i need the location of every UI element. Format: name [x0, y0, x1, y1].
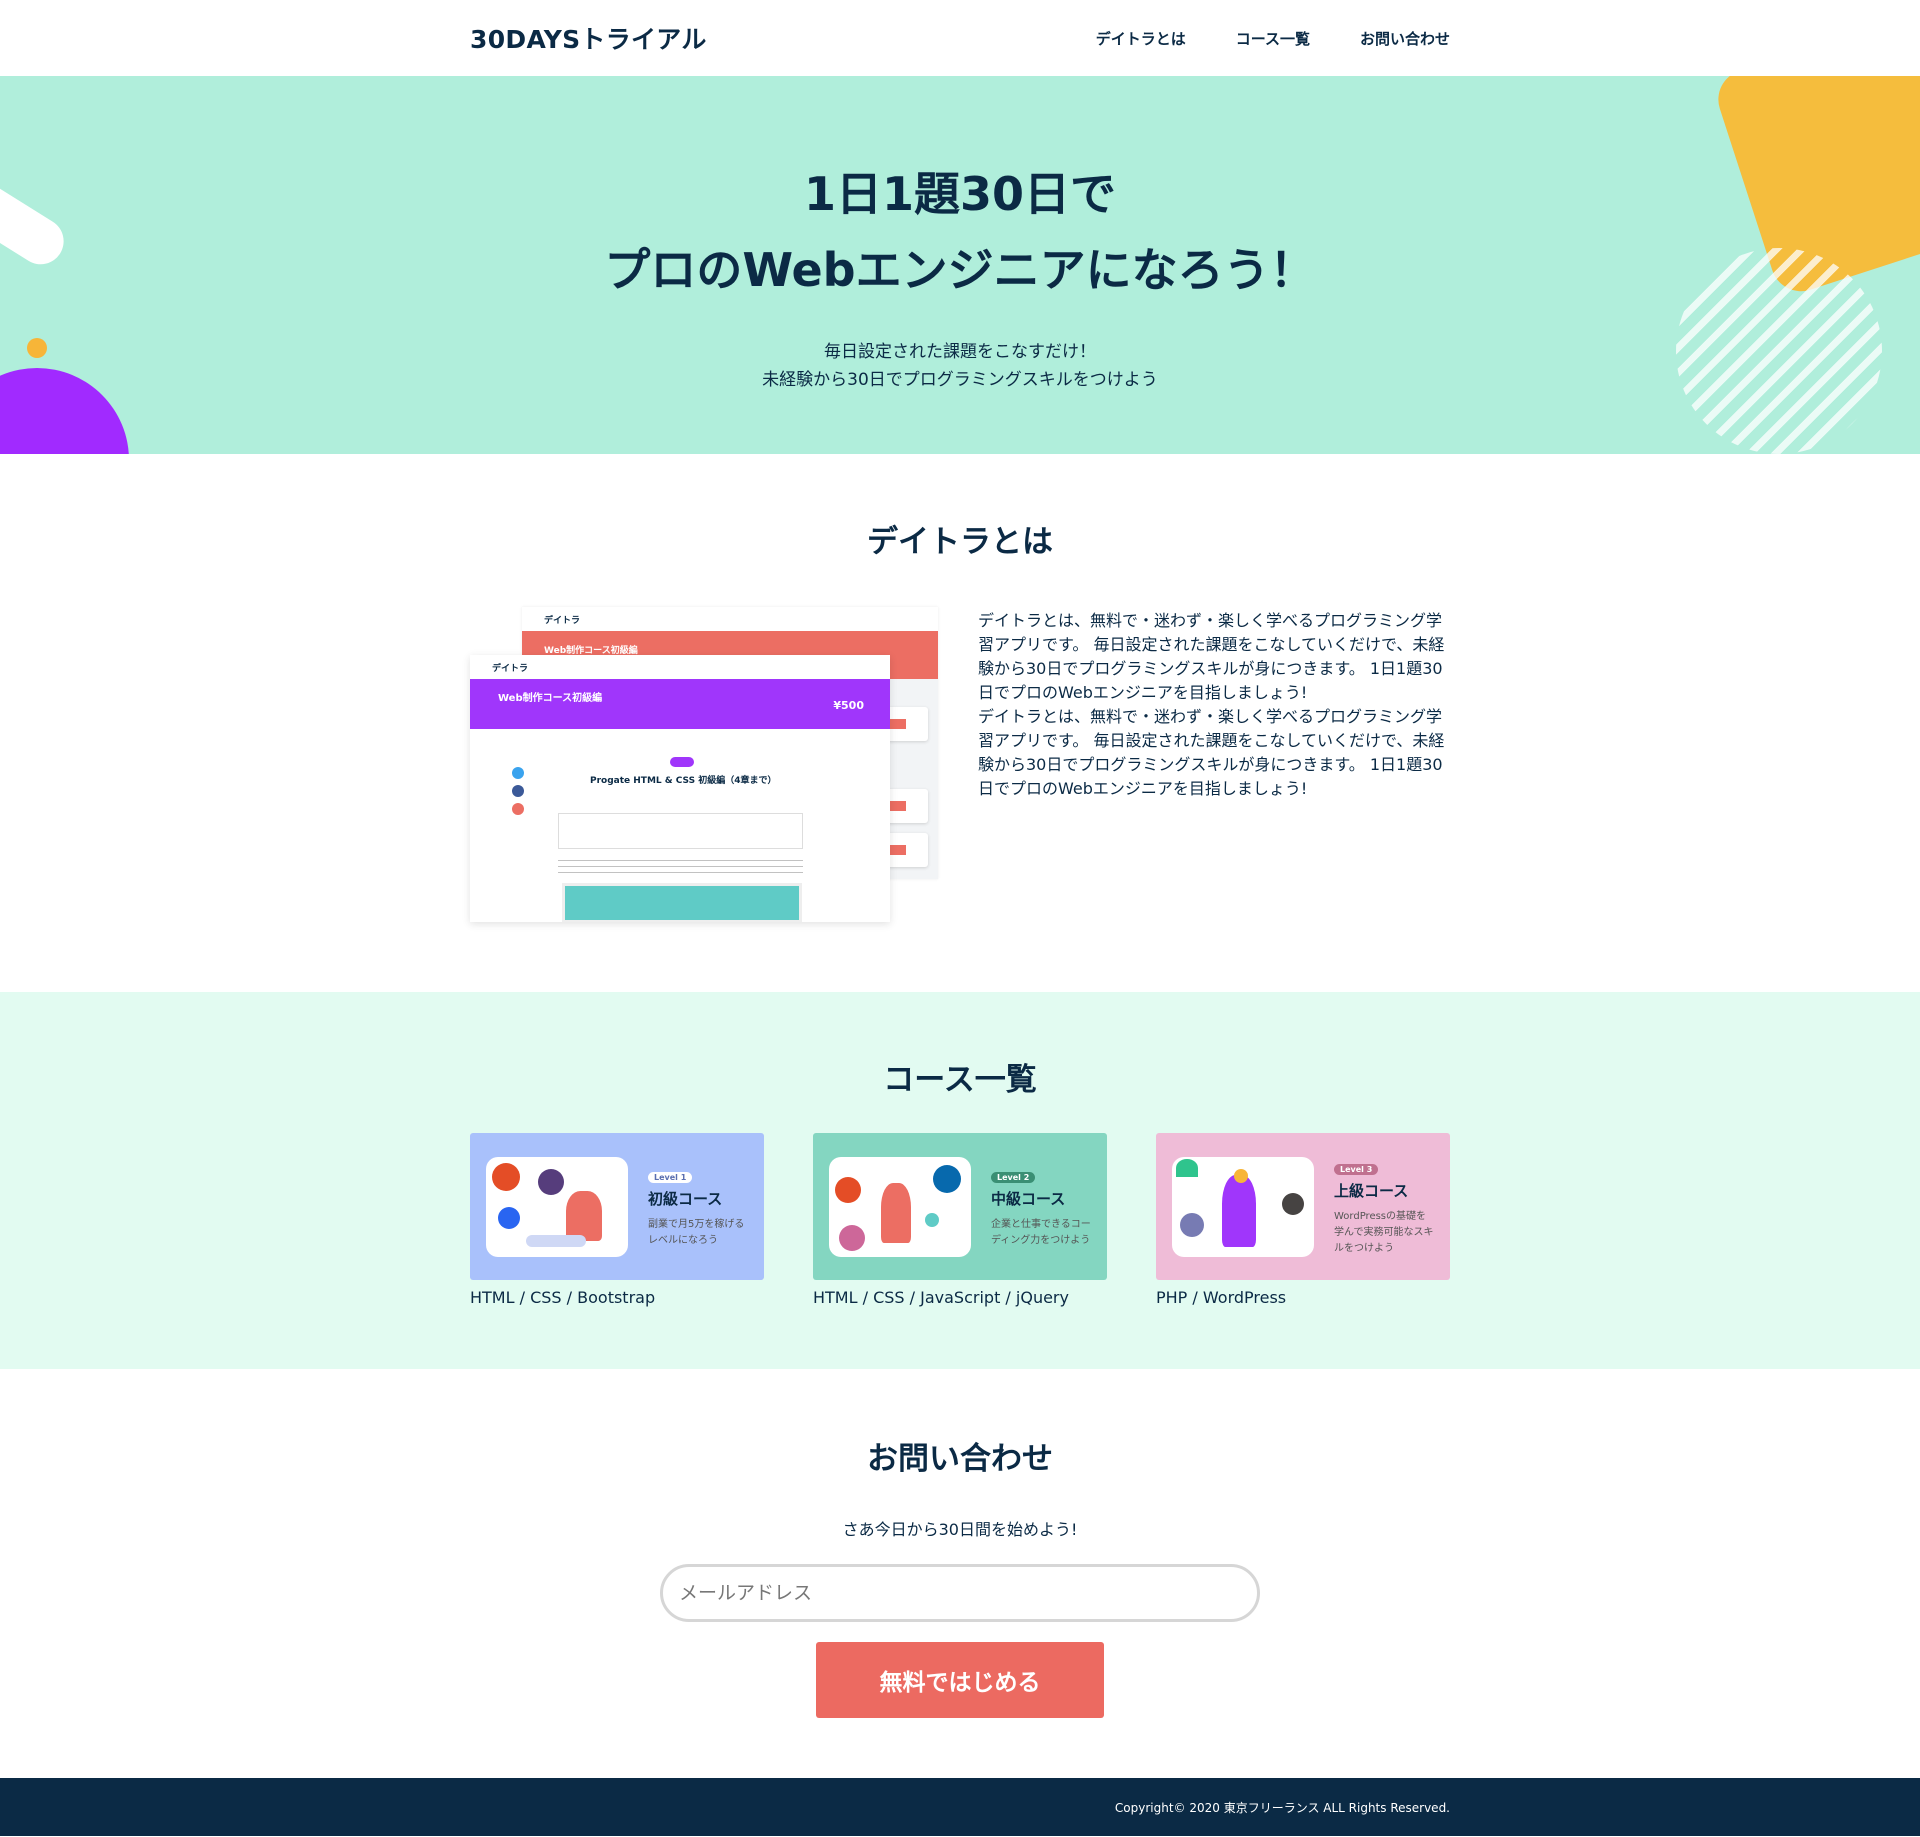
course-card[interactable]: Level 1 初級コース 副業で月5万を稼げるレベルになろう — [470, 1133, 764, 1280]
contact-title: お問い合わせ — [867, 1441, 1053, 1477]
about-section: デイトラとは デイトラ Web制作コース初級編 デイトラ Web制作コース初級編 — [0, 454, 1920, 992]
course-description: WordPressの基礎を学んで実務可能なスキルをつけよう — [1334, 1210, 1434, 1254]
nav-link-about[interactable]: デイトラとは — [1096, 28, 1186, 49]
course-name: 初級コース — [648, 1189, 723, 1208]
about-description: デイトラとは、無料で・迷わず・楽しく学べるプログラミング学習アプリです。 毎日設… — [978, 607, 1450, 922]
course-card[interactable]: Level 3 上級コース WordPressの基礎を学んで実務可能なスキルをつ… — [1156, 1133, 1450, 1280]
nav-link-contact[interactable]: お問い合わせ — [1360, 28, 1450, 49]
about-paragraph-2: デイトラとは、無料で・迷わず・楽しく学べるプログラミング学習アプリです。 毎日設… — [978, 707, 1445, 798]
about-title: デイトラとは — [867, 524, 1053, 560]
contact-subtitle: さあ今日から30日間を始めよう! — [842, 1520, 1078, 1539]
hero-title: 1日1題30日で プロのWebエンジニアになろう！ — [0, 76, 1920, 308]
course-name: 中級コース — [991, 1189, 1066, 1208]
course-illustration — [829, 1156, 971, 1257]
copyright-text: Copyright© 2020 東京フリーランス ALL Rights Rese… — [1114, 1800, 1450, 1815]
screenshot-lesson-title: Progate HTML & CSS 初級編（4章まで） — [590, 776, 777, 786]
course-list: Level 1 初級コース 副業で月5万を稼げるレベルになろう HTML / C… — [470, 1133, 1450, 1307]
site-footer: Copyright© 2020 東京フリーランス ALL Rights Rese… — [0, 1778, 1920, 1836]
decorative-striped-circle — [1676, 248, 1882, 454]
main-nav: デイトラとは コース一覧 お問い合わせ — [1096, 28, 1450, 49]
course-tags: HTML / CSS / Bootstrap — [470, 1288, 656, 1307]
course-level-badge: Level 1 — [648, 1171, 693, 1183]
course-card[interactable]: Level 2 中級コース 企業と仕事できるコーディング力をつけよう — [813, 1133, 1107, 1280]
course-name: 上級コース — [1334, 1181, 1409, 1200]
screenshot-front-price: ¥500 — [833, 699, 864, 712]
screenshot-front-title: Web制作コース初級編 — [498, 693, 603, 704]
course-illustration — [486, 1156, 628, 1257]
hero-lead: 毎日設定された課題をこなすだけ！ 未経験から30日でプログラミングスキルをつけよ… — [0, 338, 1920, 394]
site-logo[interactable]: 30DAYSトライアル — [470, 20, 707, 56]
screenshot-brand-front: デイトラ — [492, 663, 529, 674]
contact-section: お問い合わせ さあ今日から30日間を始めよう! 無料ではじめる — [0, 1369, 1920, 1778]
app-screenshot: デイトラ Web制作コース初級編 デイトラ Web制作コース初級編 ¥500 P… — [470, 607, 938, 922]
courses-title: コース一覧 — [883, 1062, 1037, 1098]
course-item-intermediate[interactable]: Level 2 中級コース 企業と仕事できるコーディング力をつけよう HTML … — [813, 1133, 1107, 1307]
about-paragraph-1: デイトラとは、無料で・迷わず・楽しく学べるプログラミング学習アプリです。 毎日設… — [978, 611, 1445, 702]
course-tags: HTML / CSS / JavaScript / jQuery — [813, 1288, 1069, 1307]
hero-lead-line1: 毎日設定された課題をこなすだけ！ — [824, 342, 1096, 362]
start-free-button[interactable]: 無料ではじめる — [816, 1642, 1104, 1718]
course-description: 副業で月5万を稼げるレベルになろう — [648, 1218, 745, 1246]
course-item-advanced[interactable]: Level 3 上級コース WordPressの基礎を学んで実務可能なスキルをつ… — [1156, 1133, 1450, 1307]
course-item-beginner[interactable]: Level 1 初級コース 副業で月5万を稼げるレベルになろう HTML / C… — [470, 1133, 764, 1307]
hero-title-line1: 1日1題30日で — [803, 167, 1117, 221]
course-description: 企業と仕事できるコーディング力をつけよう — [991, 1218, 1091, 1246]
nav-link-courses[interactable]: コース一覧 — [1236, 28, 1310, 49]
hero-title-line2: プロのWebエンジニアになろう！ — [604, 243, 1316, 297]
screenshot-brand: デイトラ — [544, 615, 581, 626]
courses-section: コース一覧 Level 1 初級コース 副業で月5万を稼げるレベルになろう HT… — [0, 992, 1920, 1369]
course-level-badge: Level 2 — [991, 1171, 1036, 1183]
course-illustration — [1172, 1156, 1314, 1257]
decorative-dot — [27, 338, 47, 358]
hero-section: 1日1題30日で プロのWebエンジニアになろう！ 毎日設定された課題をこなすだ… — [0, 76, 1920, 454]
email-input[interactable] — [660, 1564, 1260, 1622]
course-tags: PHP / WordPress — [1156, 1288, 1287, 1307]
site-header: 30DAYSトライアル デイトラとは コース一覧 お問い合わせ — [0, 0, 1920, 76]
course-level-badge: Level 3 — [1334, 1163, 1379, 1175]
hero-lead-line2: 未経験から30日でプログラミングスキルをつけよう — [762, 370, 1158, 390]
screenshot-front-page: デイトラ Web制作コース初級編 ¥500 Progate HTML & CSS… — [470, 655, 890, 922]
